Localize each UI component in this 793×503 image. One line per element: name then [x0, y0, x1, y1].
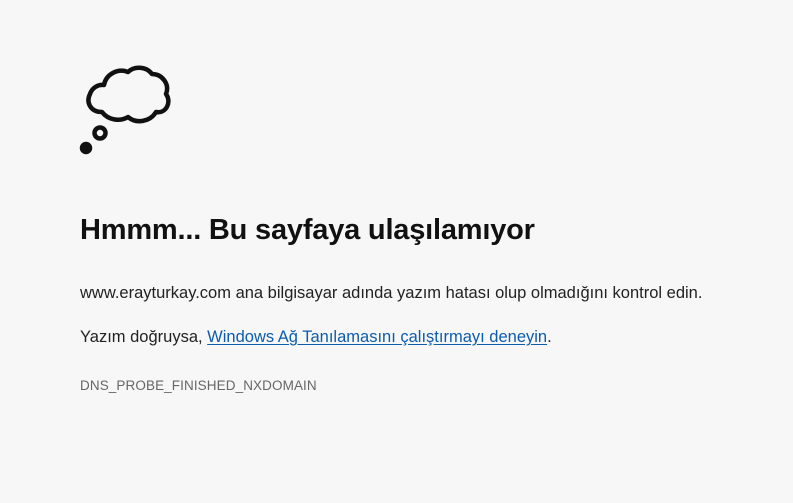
- error-code: DNS_PROBE_FINISHED_NXDOMAIN: [80, 378, 317, 393]
- error-page: Hmmm... Bu sayfaya ulaşılamıyor www.eray…: [0, 0, 793, 503]
- diagnostics-suggestion: Yazım doğruysa, Windows Ağ Tanılamasını …: [80, 328, 552, 347]
- host-check-message: www.erayturkay.com ana bilgisayar adında…: [80, 284, 703, 302]
- suggestion-prefix: Yazım doğruysa,: [80, 328, 208, 346]
- thought-bubble-icon: [79, 65, 171, 155]
- page-title: Hmmm... Bu sayfaya ulaşılamıyor: [80, 214, 535, 246]
- suggestion-suffix: .: [547, 328, 552, 346]
- network-diagnostics-link[interactable]: Windows Ağ Tanılamasını çalıştırmayı den…: [207, 328, 547, 346]
